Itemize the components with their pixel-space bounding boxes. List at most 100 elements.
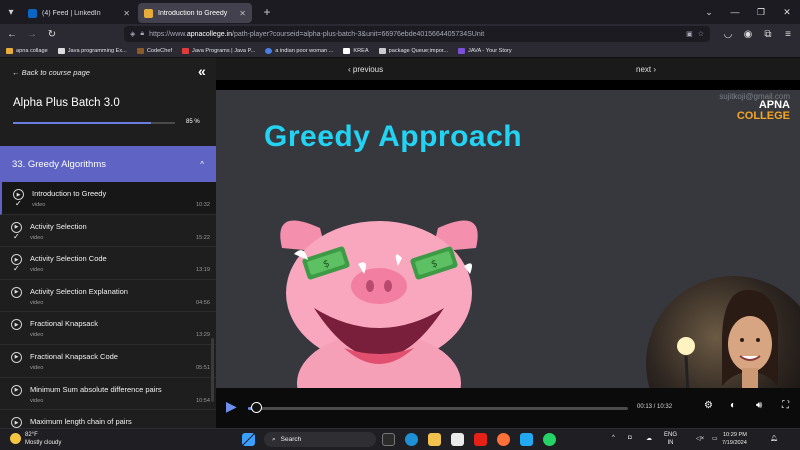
volume-icon[interactable]: 🔊︎ xyxy=(756,400,762,411)
lesson-title: Activity Selection Explanation xyxy=(30,286,128,296)
lock-icon[interactable]: 🔒︎ xyxy=(140,30,144,38)
video-controls: ▶ 00:13 / 10:32 ⚙ ◐ 🔊︎ ⛶ xyxy=(216,388,800,428)
new-tab-icon[interactable]: + xyxy=(256,0,278,24)
notifications-icon[interactable]: 🔔︎ xyxy=(770,435,778,442)
lesson-item-activity-selection-code[interactable]: ▶ ✓ Activity Selection Code video 13:19 xyxy=(0,247,216,280)
lesson-item-introduction-to-greedy[interactable]: ▶ ✓ Introduction to Greedy video 10:32 xyxy=(0,182,216,215)
bookmark-favicon-icon xyxy=(378,47,386,54)
play-button[interactable]: ▶ xyxy=(226,398,237,415)
battery-icon[interactable]: ▭ xyxy=(712,435,718,442)
bookmark-item[interactable]: a indian poor woman ... xyxy=(265,47,333,54)
sidebar-scrollbar[interactable] xyxy=(211,338,214,402)
forward-arrow-icon[interactable]: → xyxy=(24,26,40,42)
bookmark-favicon-icon xyxy=(57,47,65,54)
taskbar-clock[interactable]: 10:29 PM 7/19/2024 xyxy=(722,431,747,447)
url-bar[interactable]: ◈ 🔒︎ https://www.apnacollege.in/path-pla… xyxy=(124,26,710,42)
playback-speed-icon[interactable]: ◐ xyxy=(730,400,736,411)
chevron-up-icon[interactable]: ^ xyxy=(612,435,615,441)
edge-icon[interactable] xyxy=(405,433,418,446)
lesson-duration: 13:19 xyxy=(196,267,210,274)
shield-icon[interactable]: ◈ xyxy=(130,30,135,38)
next-lesson-button[interactable]: next › xyxy=(636,65,656,74)
lesson-title: Maximum length chain of pairs xyxy=(30,417,132,427)
lesson-title: Activity Selection xyxy=(30,221,87,231)
bookmark-item[interactable]: CodeChef xyxy=(136,47,172,54)
lesson-duration: 05:51 xyxy=(196,364,210,371)
restore-icon[interactable]: ❐ xyxy=(748,7,774,18)
taskbar-search-box[interactable]: ⌕ Search xyxy=(264,432,376,447)
apna-college-logo: APNA COLLEGE xyxy=(736,99,790,122)
section-header[interactable]: 33. Greedy Algorithms ^ xyxy=(0,146,216,182)
checkmark-icon: ✓ xyxy=(13,231,20,241)
account-icon[interactable]: ◉ xyxy=(740,26,756,42)
browser-tab-bar: ▾ (4) Feed | LinkedIn ✕ Introduction to … xyxy=(0,0,800,24)
reload-icon[interactable]: ↻ xyxy=(44,26,60,42)
close-icon[interactable]: ✕ xyxy=(239,9,246,18)
seek-handle[interactable] xyxy=(251,402,262,413)
lesson-item-activity-selection[interactable]: ▶ ✓ Activity Selection video 15:22 xyxy=(0,215,216,248)
bookmark-favicon-icon xyxy=(6,47,13,54)
apnacollege-icon xyxy=(144,8,153,18)
bookmark-star-icon[interactable]: ☆ xyxy=(698,30,704,38)
tab-introduction-to-greedy[interactable]: Introduction to Greedy ✕ xyxy=(138,3,252,23)
youtube-icon[interactable] xyxy=(474,433,487,446)
file-explorer-icon[interactable] xyxy=(428,433,441,446)
lesson-type: video xyxy=(32,202,46,208)
lesson-title: Minimum Sum absolute difference pairs xyxy=(30,384,162,394)
windows-start-icon[interactable] xyxy=(242,433,255,446)
bookmark-item[interactable]: package Queue;impor... xyxy=(378,47,448,54)
tab-overview-icon[interactable]: ▾ xyxy=(0,0,22,24)
bookmark-item[interactable]: Java programming Ex... xyxy=(57,47,127,54)
lesson-item-minimum-sum-absolute-difference-pairs[interactable]: ▶ Minimum Sum absolute difference pairs … xyxy=(0,378,216,411)
bookmark-item[interactable]: apna collage xyxy=(6,47,48,54)
window-close-icon[interactable]: ✕ xyxy=(774,7,800,18)
back-arrow-icon[interactable]: ← xyxy=(4,26,20,42)
bookmark-item[interactable]: Java Programs | Java P... xyxy=(182,47,255,54)
back-to-course-link[interactable]: ← Back to course page xyxy=(12,68,90,77)
play-circle-icon: ▶ xyxy=(11,286,22,298)
minimize-icon[interactable]: — xyxy=(722,7,748,18)
task-view-icon[interactable] xyxy=(382,433,395,446)
previous-lesson-button[interactable]: ‹ previous xyxy=(348,65,383,74)
microsoft-store-icon[interactable] xyxy=(451,433,464,446)
onedrive-icon[interactable]: ☁ xyxy=(646,435,652,442)
lesson-type: video xyxy=(30,234,44,241)
video-frame[interactable]: sujitkoji@gmail.com APNA COLLEGE Greedy … xyxy=(216,90,800,388)
whatsapp-icon[interactable] xyxy=(543,433,556,446)
lesson-duration: 10:54 xyxy=(196,397,210,404)
firefox-icon[interactable] xyxy=(497,433,510,446)
seek-bar[interactable] xyxy=(248,407,628,410)
fullscreen-icon[interactable]: ⛶ xyxy=(782,400,789,411)
course-progress-percent: 85 % xyxy=(186,119,200,125)
language-indicator[interactable]: ENG IN xyxy=(664,431,677,447)
close-icon[interactable]: ✕ xyxy=(123,9,130,18)
bookmark-item[interactable]: JAVA - Your Story xyxy=(458,47,512,54)
collapse-sidebar-icon[interactable]: « xyxy=(198,63,206,79)
bookmark-favicon-icon xyxy=(182,47,190,54)
lesson-item-fractional-knapsack-code[interactable]: ▶ Fractional Knapsack Code video 05:51 xyxy=(0,345,216,378)
speaker-muted-icon[interactable]: ◁× xyxy=(696,435,704,442)
windows-taskbar: 82°F Mostly cloudy ⌕ Search ^ ◘ ☁ ENG IN ◁… xyxy=(0,428,800,450)
slide-title: Greedy Approach xyxy=(264,120,523,153)
lesson-item-activity-selection-explanation[interactable]: ▶ Activity Selection Explanation video 0… xyxy=(0,280,216,313)
camera-icon[interactable]: ◘ xyxy=(628,435,632,441)
tab-list-icon[interactable]: ⌄ xyxy=(696,7,722,18)
menu-icon[interactable]: ≡ xyxy=(780,26,796,42)
lesson-item-fractional-knapsack[interactable]: ▶ Fractional Knapsack video 13:29 xyxy=(0,312,216,345)
lesson-type: video xyxy=(30,397,44,404)
screen: ▾ (4) Feed | LinkedIn ✕ Introduction to … xyxy=(0,0,800,450)
screenshot-icon[interactable]: ▣ xyxy=(686,30,693,38)
bookmark-favicon-icon xyxy=(265,47,273,54)
lesson-item-maximum-length-chain-of-pairs[interactable]: ▶ Maximum length chain of pairs xyxy=(0,410,216,428)
extensions-icon[interactable]: ⧉ xyxy=(760,26,776,42)
lesson-type: video xyxy=(30,332,44,339)
money-eyes-pig-illustration: $ $ xyxy=(280,220,478,388)
pocket-icon[interactable]: ◡ xyxy=(720,26,736,42)
tab-linkedin[interactable]: (4) Feed | LinkedIn ✕ xyxy=(22,3,136,23)
lesson-title: Activity Selection Code xyxy=(30,254,107,264)
lesson-duration: 15:22 xyxy=(196,234,210,241)
url-host: apnacollege.in xyxy=(186,30,233,38)
bookmark-item[interactable]: KREA xyxy=(343,47,369,54)
settings-gear-icon[interactable]: ⚙ xyxy=(704,400,713,411)
vscode-icon[interactable] xyxy=(520,433,533,446)
